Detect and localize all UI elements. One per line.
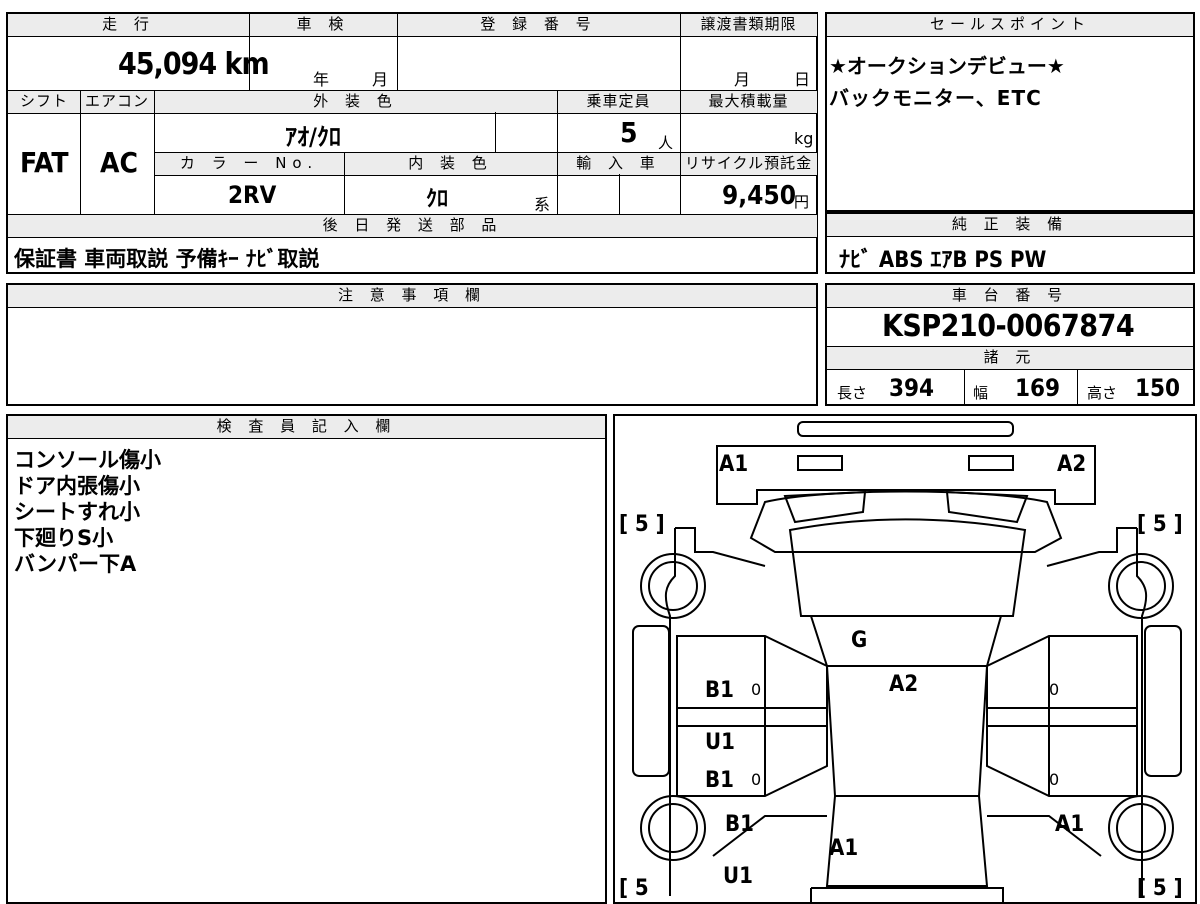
notes-box: 注 意 事 項 欄 (6, 283, 818, 406)
tread-rear-left: 0 (751, 770, 762, 789)
mark-front-left: A1 (719, 452, 749, 477)
length-label: 長さ (837, 384, 868, 402)
tread-rear-right: 0 (1049, 770, 1060, 789)
car-diagram-box: A1 A2 G A2 B1 U1 B1 B1 A1 A1 U1 0 0 0 0 … (613, 414, 1197, 904)
capacity-header: 乗車定員 (557, 90, 680, 114)
capacity-unit: 人 (658, 134, 674, 152)
vehicle-info-box: 走 行 車 検 登 録 番 号 譲渡書類期限 45,094 km 年 月 月 日… (6, 12, 818, 274)
mark-roof: A2 (889, 672, 919, 697)
sales-point-line-2: バックモニター、ETC (829, 86, 1042, 110)
color-no-header: カ ラ ー No. (154, 152, 344, 176)
recycle-header: リサイクル預託金 (680, 152, 817, 176)
equipment-header: 純 正 装 備 (827, 214, 1193, 237)
width-label: 幅 (973, 384, 989, 402)
mark-windshield: G (851, 628, 868, 653)
tread-front-left: 0 (751, 680, 762, 699)
mark-rear-left: B1 (725, 812, 754, 837)
transfer-day: 日 (794, 70, 811, 89)
equipment-value: ﾅﾋﾞ ABS ｴｱB PS PW (839, 248, 1047, 273)
max-load-unit: kg (794, 129, 814, 148)
transfer-month: 月 (734, 70, 751, 89)
spec-header: 諸 元 (827, 346, 1193, 370)
notes-header: 注 意 事 項 欄 (8, 285, 816, 308)
inspector-box: 検 査 員 記 入 欄 コンソール傷小 ドア内張傷小 シートすれ小 下廻りS小 … (6, 414, 607, 904)
transfer-deadline-header: 譲渡書類期限 (680, 14, 817, 37)
color-no-value: 2RV (228, 181, 277, 209)
height-value: 150 (1135, 374, 1181, 402)
sales-point-header: セールスポイント (827, 14, 1193, 37)
mark-rear-left-u1: U1 (723, 864, 753, 889)
mileage-value: 45,094 km (118, 47, 270, 82)
tire-rear-left: [ 5 (619, 876, 649, 901)
mileage-header: 走 行 (8, 14, 249, 37)
chassis-header: 車 台 番 号 (827, 285, 1193, 308)
chassis-number: KSP210-0067874 (882, 309, 1135, 344)
max-load-header: 最大積載量 (680, 90, 817, 114)
sales-point-box: セールスポイント ★オークションデビュー★ バックモニター、ETC (825, 12, 1195, 212)
mark-front-door-left: B1 (705, 678, 734, 703)
tire-front-left: [ 5 ] (619, 512, 665, 537)
later-parts-value: 保証書 車両取説 予備ｷｰ ﾅﾋﾞ取説 (14, 247, 320, 271)
mark-front-right: A2 (1057, 452, 1087, 477)
chassis-box: 車 台 番 号 KSP210-0067874 諸 元 長さ 394 幅 169 … (825, 283, 1195, 406)
tread-front-right: 0 (1049, 680, 1060, 699)
height-label: 高さ (1087, 384, 1118, 402)
tire-front-right: [ 5 ] (1137, 512, 1183, 537)
car-outline-diagram (632, 421, 1182, 902)
import-header: 輸 入 車 (557, 152, 680, 176)
length-value: 394 (889, 374, 935, 402)
mark-rear: A1 (829, 836, 859, 861)
ac-header: エアコン (80, 90, 154, 114)
shift-header: シフト (8, 90, 80, 114)
inspector-line-5: バンパー下A (14, 552, 137, 576)
inspection-header: 車 検 (249, 14, 397, 37)
width-value: 169 (1015, 374, 1061, 402)
inspection-year: 年 (313, 70, 330, 89)
inspection-month: 月 (372, 70, 389, 89)
capacity-value: 5 (620, 116, 638, 149)
recycle-value: 9,450 (722, 181, 796, 211)
exterior-color-header: 外 装 色 (154, 90, 557, 114)
shift-value: FAT (20, 146, 69, 179)
exterior-color-value: ｱｵ/ｸﾛ (285, 123, 341, 151)
equipment-box: 純 正 装 備 ﾅﾋﾞ ABS ｴｱB PS PW (825, 212, 1195, 274)
interior-color-header: 内 装 色 (344, 152, 557, 176)
mark-rear-right: A1 (1055, 812, 1085, 837)
interior-color-value: ｸﾛ (426, 187, 449, 212)
inspector-header: 検 査 員 記 入 欄 (8, 416, 605, 439)
later-parts-header: 後 日 発 送 部 品 (8, 214, 817, 238)
sales-point-line-1: ★オークションデビュー★ (829, 54, 1065, 78)
tire-rear-right: [ 5 ] (1137, 876, 1183, 901)
ac-value: AC (100, 146, 138, 179)
mark-left-u1: U1 (705, 730, 735, 755)
interior-suffix: 系 (534, 195, 551, 214)
recycle-unit: 円 (794, 193, 810, 211)
mark-rear-door-left: B1 (705, 768, 734, 793)
registration-header: 登 録 番 号 (397, 14, 680, 37)
